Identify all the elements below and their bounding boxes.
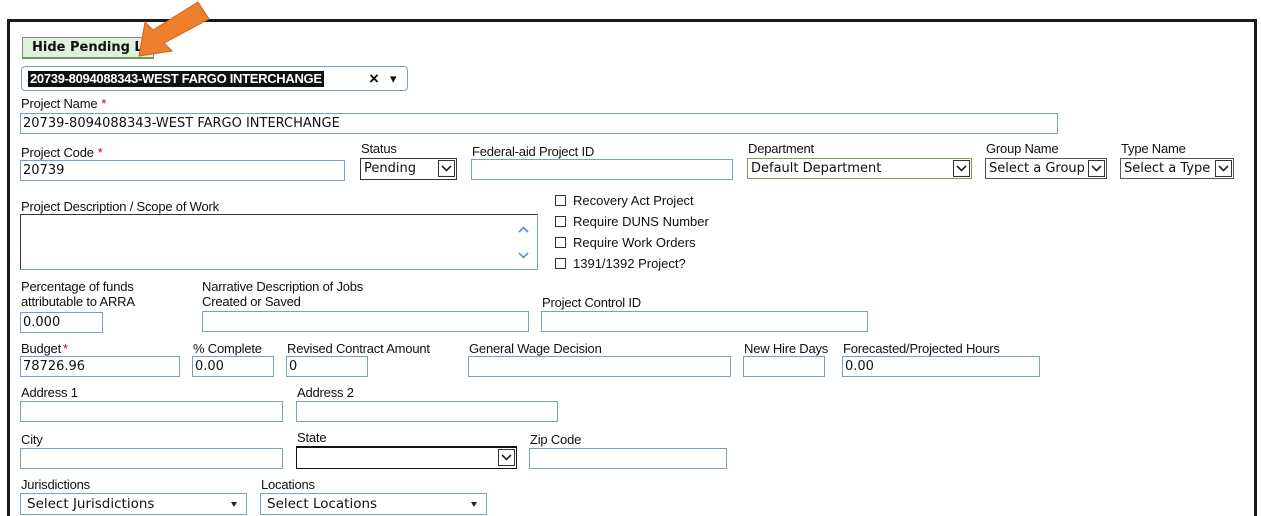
description-label: Project Description / Scope of Work xyxy=(21,199,219,214)
require-work-orders-checkbox[interactable]: Require Work Orders xyxy=(555,235,696,250)
wage-decision-input[interactable] xyxy=(468,356,731,377)
jurisdictions-select[interactable]: Select Jurisdictions xyxy=(20,493,247,515)
city-input[interactable] xyxy=(20,448,283,469)
address2-label: Address 2 xyxy=(297,385,354,400)
address1-label: Address 1 xyxy=(21,385,78,400)
state-select[interactable] xyxy=(296,446,517,469)
checkbox-box[interactable] xyxy=(555,195,566,206)
status-value: Pending xyxy=(364,161,416,176)
scroll-up-icon[interactable] xyxy=(518,226,529,233)
clear-icon[interactable]: × xyxy=(369,69,379,89)
wage-decision-label: General Wage Decision xyxy=(469,341,602,356)
require-duns-checkbox[interactable]: Require DUNS Number xyxy=(555,214,709,229)
revised-amount-input[interactable]: 0 xyxy=(286,356,368,377)
arra-pct-input[interactable]: 0.000 xyxy=(20,312,103,333)
jurisdictions-label: Jurisdictions xyxy=(21,477,90,492)
project-name-label: Project Name * xyxy=(21,96,107,111)
locations-select[interactable]: Select Locations xyxy=(260,493,487,515)
group-name-select[interactable]: Select a Group xyxy=(985,158,1107,179)
checkbox-label: Require DUNS Number xyxy=(573,214,709,229)
chevron-down-icon[interactable]: ▾ xyxy=(390,69,397,89)
group-name-value: Select a Group xyxy=(989,161,1085,176)
project-code-label: Project Code * xyxy=(21,145,103,160)
scroll-down-icon[interactable] xyxy=(518,252,529,259)
zip-code-label: Zip Code xyxy=(530,432,582,447)
control-id-input[interactable] xyxy=(541,311,868,332)
chevron-down-icon xyxy=(953,160,970,177)
forecast-hours-input[interactable]: 0.00 xyxy=(842,356,1040,377)
callout-arrow-shape xyxy=(138,1,210,57)
chevron-down-icon xyxy=(438,160,455,177)
zip-code-input[interactable] xyxy=(529,448,727,469)
address2-input[interactable] xyxy=(296,401,558,422)
revised-amount-label: Revised Contract Amount xyxy=(287,341,430,356)
type-name-label: Type Name xyxy=(1121,141,1186,156)
narrative-label: Narrative Description of Jobs Created or … xyxy=(202,279,364,309)
jurisdictions-value: Select Jurisdictions xyxy=(27,496,155,512)
control-id-label: Project Control ID xyxy=(542,295,641,310)
type-name-value: Select a Type xyxy=(1124,161,1211,176)
forecast-hours-label: Forecasted/Projected Hours xyxy=(843,341,1000,356)
new-hire-days-input[interactable] xyxy=(743,356,825,377)
caret-down-icon xyxy=(231,502,237,507)
new-hire-days-label: New Hire Days xyxy=(744,341,829,356)
state-label: State xyxy=(297,430,327,445)
chevron-down-icon xyxy=(1215,160,1232,177)
description-textarea[interactable] xyxy=(20,214,538,270)
recovery-act-checkbox[interactable]: Recovery Act Project xyxy=(555,193,694,208)
budget-input[interactable]: 78726.96 xyxy=(20,356,180,377)
chevron-down-icon xyxy=(498,449,515,466)
project-code-input[interactable]: 20739 xyxy=(20,160,345,181)
project-picker[interactable]: 20739-8094088343-WEST FARGO INTERCHANGE … xyxy=(21,66,408,91)
status-label: Status xyxy=(361,141,397,156)
locations-value: Select Locations xyxy=(267,496,378,512)
project-picker-value: 20739-8094088343-WEST FARGO INTERCHANGE xyxy=(28,71,324,87)
department-value: Default Department xyxy=(751,161,882,176)
pct-complete-input[interactable]: 0.00 xyxy=(192,356,274,377)
checkbox-label: 1391/1392 Project? xyxy=(573,256,686,271)
type-name-select[interactable]: Select a Type xyxy=(1120,158,1234,179)
department-label: Department xyxy=(748,141,814,156)
narrative-input[interactable] xyxy=(202,311,529,332)
checkbox-label: Recovery Act Project xyxy=(573,193,694,208)
city-label: City xyxy=(21,432,43,447)
department-select[interactable]: Default Department xyxy=(747,158,972,179)
checkbox-box[interactable] xyxy=(555,216,566,227)
locations-label: Locations xyxy=(261,477,315,492)
caret-down-icon xyxy=(471,502,477,507)
federal-aid-label: Federal-aid Project ID xyxy=(472,144,595,159)
group-name-label: Group Name xyxy=(986,141,1059,156)
chevron-down-icon xyxy=(1088,160,1105,177)
address1-input[interactable] xyxy=(20,401,283,422)
status-select[interactable]: Pending xyxy=(360,158,457,180)
arra-pct-label: Percentage of funds attributable to ARRA xyxy=(21,279,135,309)
budget-label: Budget * xyxy=(21,341,68,356)
checkbox-label: Require Work Orders xyxy=(573,235,696,250)
federal-aid-input[interactable] xyxy=(471,159,733,180)
project-name-input[interactable]: 20739-8094088343-WEST FARGO INTERCHANGE xyxy=(20,113,1058,134)
pct-complete-label: % Complete xyxy=(193,341,262,356)
project-1391-1392-checkbox[interactable]: 1391/1392 Project? xyxy=(555,256,686,271)
checkbox-box[interactable] xyxy=(555,258,566,269)
checkbox-box[interactable] xyxy=(555,237,566,248)
callout-arrow-icon xyxy=(138,1,210,57)
